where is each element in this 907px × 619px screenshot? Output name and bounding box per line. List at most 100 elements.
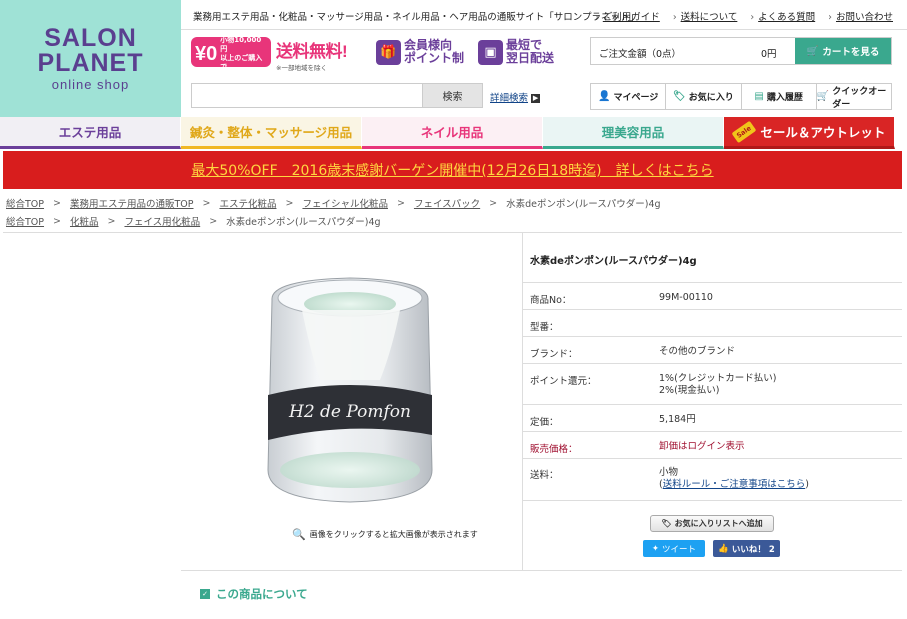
search-button[interactable]: 検索: [422, 84, 482, 107]
thumbs-up-icon: 👍: [718, 543, 729, 554]
breadcrumb-link[interactable]: フェイス用化粧品: [124, 214, 200, 228]
delivery-promo: ▣ 最短で 翌日配送: [478, 37, 570, 67]
cart-summary: ご注文金額（0点） 0円 🛒 カートを見る: [590, 37, 892, 65]
about-section-heading: ✓ この商品について: [200, 586, 308, 602]
spec-label: 型番：: [530, 322, 559, 333]
breadcrumb-separator: >: [396, 197, 405, 209]
site-logo[interactable]: SALON PLANET online shop: [0, 0, 181, 117]
free-shipping-note: ※一部地域を除く: [276, 64, 327, 72]
breadcrumb-link[interactable]: 総合TOP: [6, 196, 44, 210]
breadcrumb-link[interactable]: フェイスパック: [414, 196, 480, 210]
spec-row: ブランド： その他のブランド: [523, 336, 902, 363]
breadcrumb-link[interactable]: 化粧品: [70, 214, 99, 228]
divider: [3, 232, 902, 233]
advanced-search-link[interactable]: 詳細検索 ▶: [490, 90, 541, 104]
points-promo: 🎁 会員様向 ポイント制: [376, 37, 474, 67]
tab-esthetic[interactable]: エステ用品: [0, 117, 181, 149]
tab-sale-label: セール＆アウトレット: [760, 125, 886, 140]
breadcrumb-separator: >: [107, 215, 116, 227]
add-to-favorites-label: お気に入りリストへ追加: [674, 519, 763, 528]
link-guide[interactable]: ご利用ガイド: [595, 9, 660, 23]
link-contact[interactable]: お問い合わせ: [828, 9, 893, 23]
breadcrumb-current: 水素deポンポン(ルースパウダー)4g: [226, 217, 381, 228]
mypage-button[interactable]: 👤 マイページ: [591, 84, 667, 109]
breadcrumb-current: 水素deポンポン(ルースパウダー)4g: [506, 199, 661, 210]
tag-icon: 🏷: [673, 91, 686, 102]
spec-row: 販売価格： 卸価はログイン表示: [523, 431, 902, 458]
link-faq[interactable]: よくある質問: [750, 9, 815, 23]
spec-label: ブランド：: [530, 349, 578, 360]
list-price: 5,184円: [659, 414, 696, 425]
check-icon: ✓: [200, 589, 210, 599]
breadcrumb: 総合TOP > 化粧品 > フェイス用化粧品 > 水素deポンポン(ルースパウダー)4…: [6, 214, 381, 229]
top-links: ご利用ガイド 送料について よくある質問 お問い合わせ: [595, 9, 893, 23]
link-shipping[interactable]: 送料について: [673, 9, 738, 23]
view-cart-button[interactable]: 🛒 カートを見る: [795, 38, 891, 64]
advanced-search-label: 詳細検索: [490, 93, 529, 104]
spec-row: 型番：: [523, 309, 902, 336]
spec-row: 商品No： 99M-00110: [523, 282, 902, 309]
cart-small-icon: 🛒: [816, 91, 830, 102]
breadcrumb: 総合TOP > 業務用エステ用品の通販TOP > エステ化粧品 > フェイシャル化粧品…: [6, 196, 661, 211]
search-input[interactable]: [192, 84, 423, 107]
spec-row: 送料： 小物 (送料ルール・ご注意事項はこちら): [523, 458, 902, 500]
delivery-line1: 最短で: [506, 38, 543, 52]
points-cash: 2%(現金払い): [659, 385, 720, 396]
person-icon: 👤: [597, 91, 611, 102]
like-label: いいね！ 2: [731, 544, 775, 555]
breadcrumb-separator: >: [209, 215, 218, 227]
breadcrumb-separator: >: [489, 197, 498, 209]
free-shipping-promo: 送料無料! ※一部地域を除く: [276, 37, 370, 72]
tweet-button[interactable]: ✦ ツイート: [643, 540, 705, 557]
spec-value: その他のブランド: [659, 346, 736, 357]
product-image[interactable]: H2 de Pomfon: [250, 270, 450, 510]
logo-text-salon: SALON: [44, 24, 137, 52]
free-condition-text: 小物10,000円 以上のご購入で: [220, 36, 263, 71]
favorites-button[interactable]: 🏷 お気に入り: [666, 84, 742, 109]
quick-order-label: クイックオーダー: [832, 86, 887, 110]
breadcrumb-link[interactable]: フェイシャル化粧品: [302, 196, 388, 210]
facebook-like-button[interactable]: 👍 いいね！ 2: [713, 540, 780, 557]
points-line2: ポイント制: [404, 51, 465, 65]
breadcrumb-separator: >: [53, 197, 61, 209]
breadcrumb-separator: >: [202, 197, 211, 209]
points-line1: 会員様向: [404, 38, 453, 52]
breadcrumb-link[interactable]: 業務用エステ用品の通販TOP: [70, 196, 194, 210]
product-image-label: H2 de Pomfon: [288, 402, 411, 422]
add-to-favorites-button[interactable]: 🏷 お気に入りリストへ追加: [650, 515, 774, 532]
breadcrumb-link[interactable]: エステ化粧品: [219, 196, 276, 210]
spec-label: ポイント還元：: [530, 376, 597, 387]
logo-text-planet: PLANET: [37, 49, 144, 77]
tab-massage[interactable]: 鍼灸・整体・マッサージ用品: [181, 117, 362, 149]
history-label: 購入履歴: [766, 93, 803, 103]
divider: [523, 500, 902, 501]
tweet-label: ツイート: [662, 544, 697, 555]
twitter-icon: ✦: [651, 543, 660, 554]
spec-value: 1%(クレジットカード払い) 2%(現金払い): [659, 373, 776, 397]
user-nav: 👤 マイページ 🏷 お気に入り ▤ 購入履歴 🛒 クイックオーダー: [590, 83, 892, 110]
breadcrumb-link[interactable]: 総合TOP: [6, 214, 44, 228]
tag-icon: 🏷: [661, 519, 672, 528]
top-bar: 業務用エステ用品・化粧品・マッサージ用品・ネイル用品・ヘア用品の通販サイト「サロ…: [181, 0, 907, 30]
history-button[interactable]: ▤ 購入履歴: [742, 84, 817, 109]
quick-order-button[interactable]: 🛒 クイックオーダー: [816, 84, 891, 110]
delivery-line2: 翌日配送: [506, 51, 555, 65]
logo-text-online-shop: online shop: [51, 77, 130, 92]
category-nav: エステ用品 鍼灸・整体・マッサージ用品 ネイル用品 理美容用品 Sale セール…: [0, 117, 907, 149]
magnifier-icon: 🔍: [292, 528, 306, 541]
breadcrumb-separator: >: [285, 197, 294, 209]
zoom-note-text: 画像をクリックすると拡大画像が表示されます: [309, 530, 478, 539]
cart-label: ご注文金額（0点）: [599, 49, 682, 60]
tab-nail[interactable]: ネイル用品: [362, 117, 543, 149]
sale-banner-link[interactable]: 最大50%OFF 2016歳末感謝バーゲン開催中(12月26日18時迄) 詳しく…: [191, 160, 713, 180]
tab-beauty[interactable]: 理美容用品: [543, 117, 724, 149]
sale-price: 卸価はログイン表示: [659, 441, 745, 452]
spec-row: 定価： 5,184円: [523, 404, 902, 431]
shipping-rules-link[interactable]: 送料ルール・ご注意事項はこちら: [663, 479, 806, 490]
spec-row: ポイント還元： 1%(クレジットカード払い) 2%(現金払い): [523, 363, 902, 404]
free-shipping-badge: ¥0 小物10,000円 以上のご購入で: [191, 36, 271, 71]
document-icon: ▤: [754, 91, 764, 102]
tab-sale[interactable]: Sale セール＆アウトレット: [724, 117, 895, 149]
zoom-note: 🔍 画像をクリックすると拡大画像が表示されます: [292, 528, 478, 541]
view-cart-label: カートを見る: [822, 47, 880, 58]
